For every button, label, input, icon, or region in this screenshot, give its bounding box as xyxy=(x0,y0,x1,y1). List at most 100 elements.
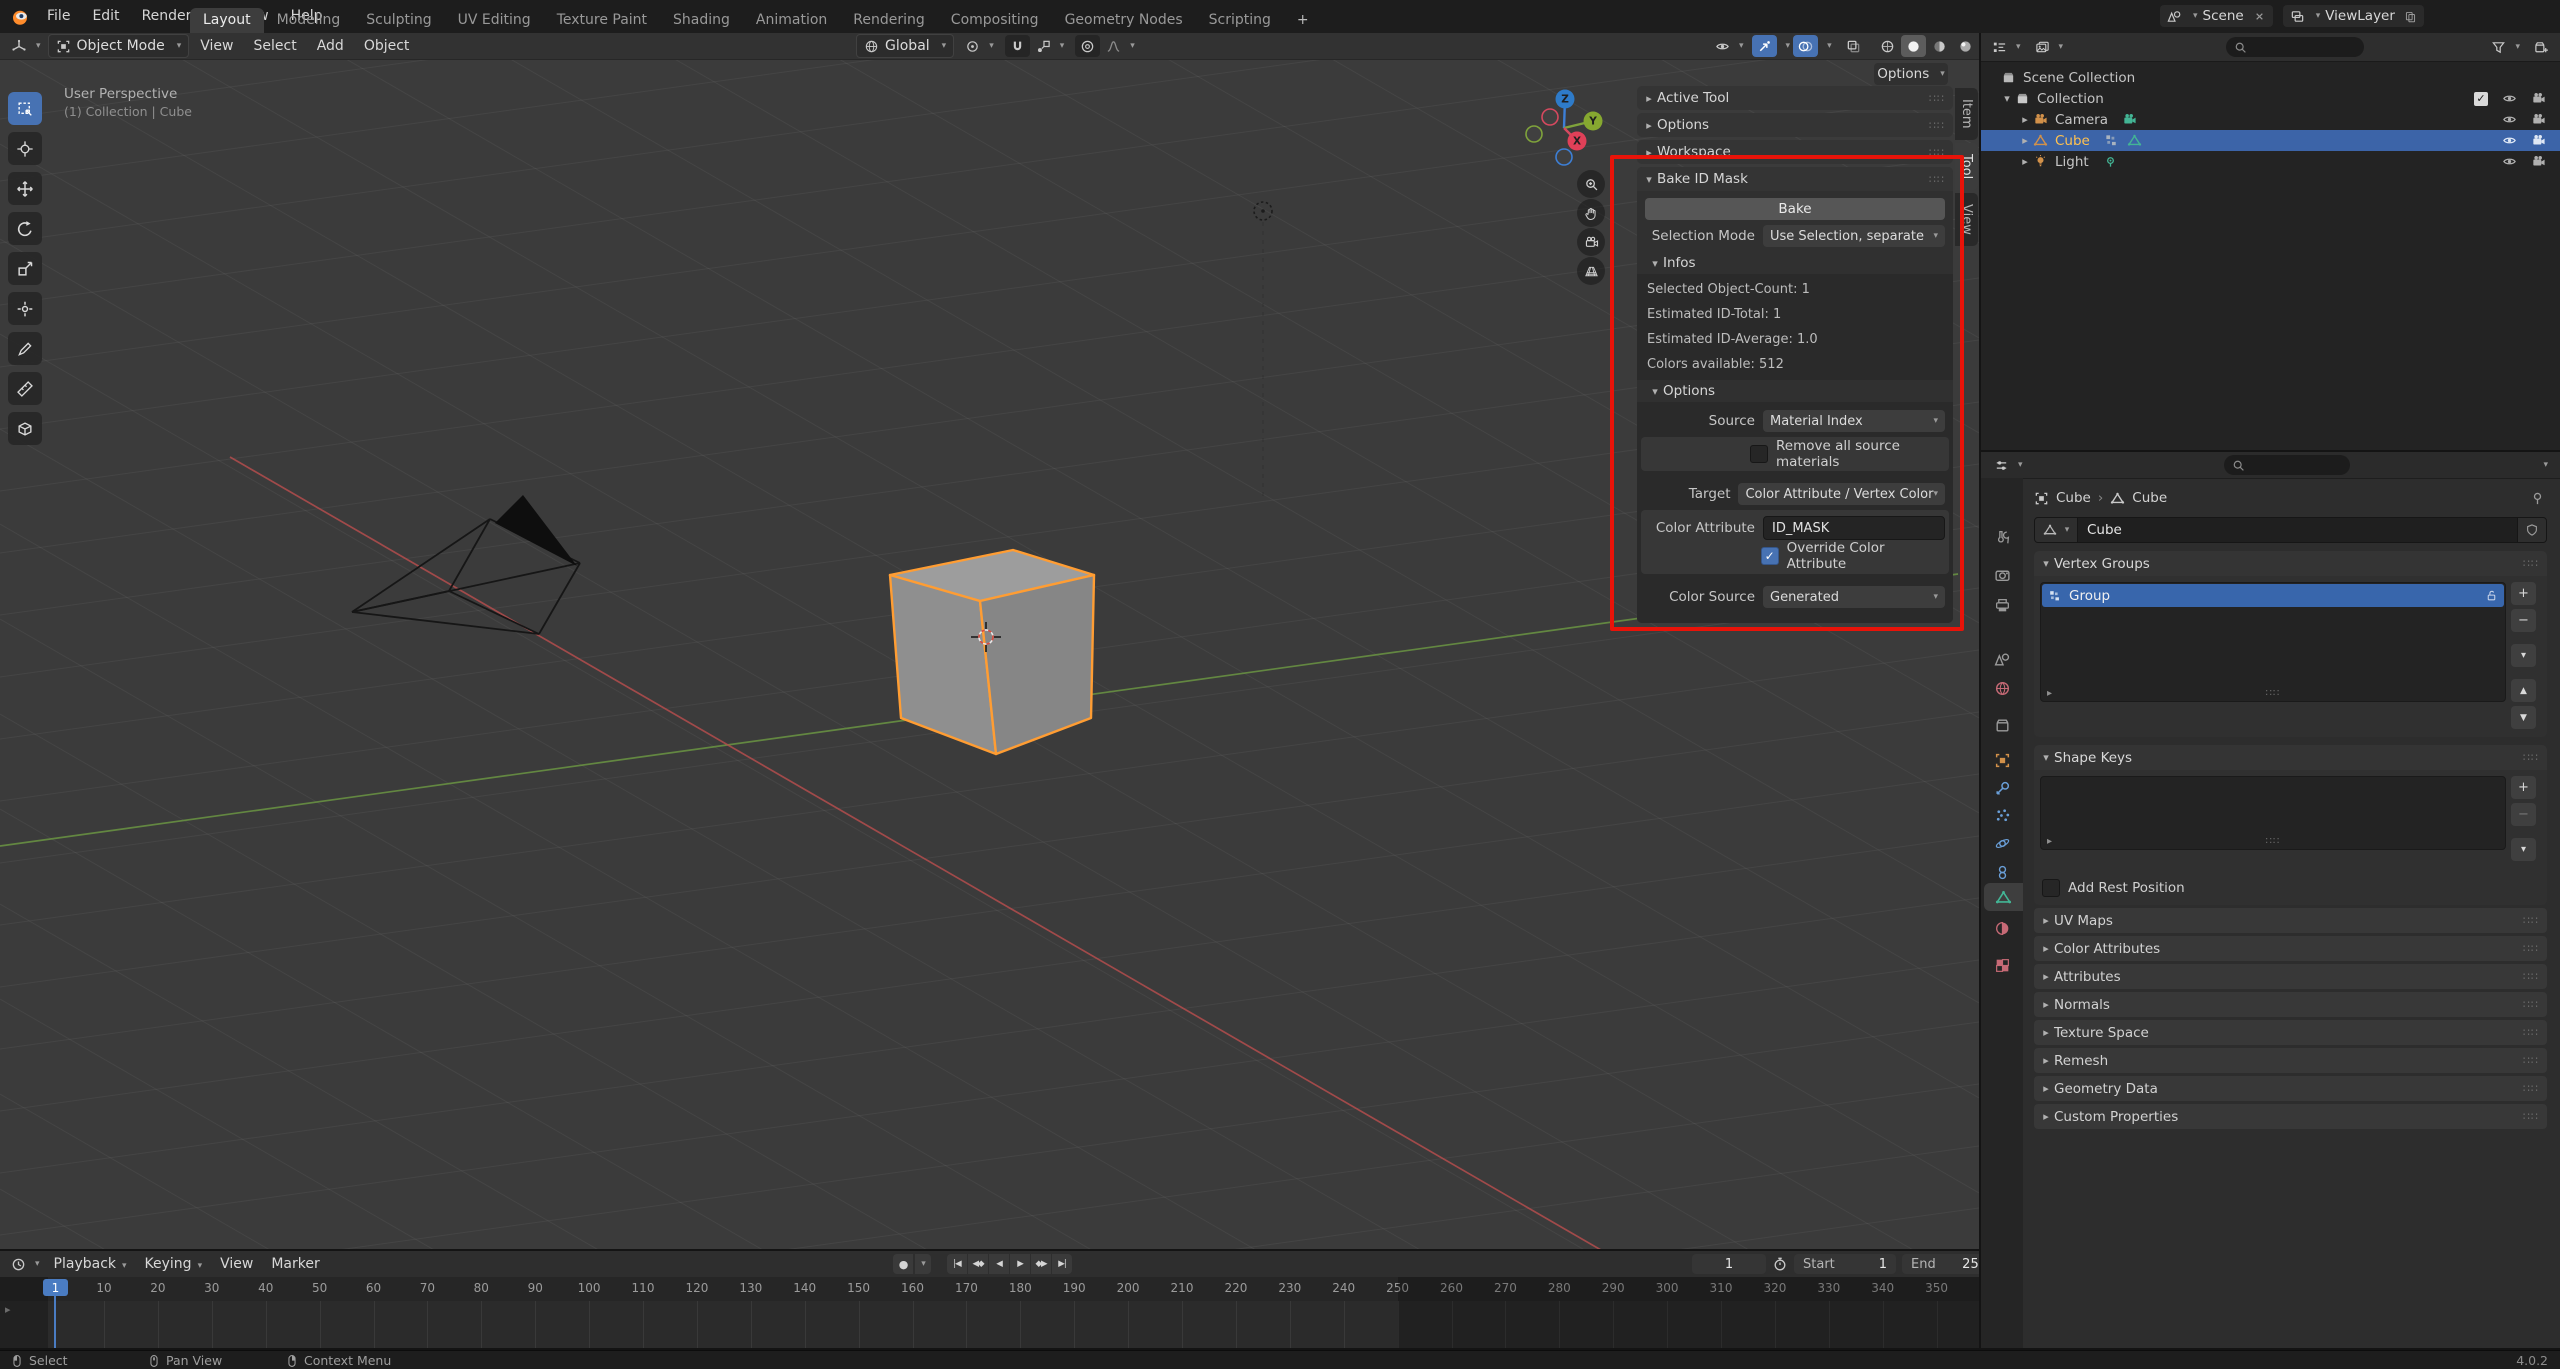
remove-shape-key-button[interactable]: − xyxy=(2511,803,2536,826)
gizmo-axis-neg-handle[interactable] xyxy=(1526,126,1542,142)
lock-open-icon[interactable] xyxy=(2485,589,2498,602)
data-camera-icon[interactable] xyxy=(2122,112,2137,127)
n-panel-tab-item[interactable]: Item xyxy=(1955,88,1978,140)
breadcrumb-data[interactable]: Cube xyxy=(2132,490,2167,506)
remove-source-materials-checkbox[interactable] xyxy=(1750,445,1768,463)
outliner-row-camera[interactable]: ▸Camera xyxy=(1981,109,2560,130)
camera-object[interactable] xyxy=(352,495,580,634)
nav-pan-button[interactable] xyxy=(1577,199,1605,227)
jump-to-end-button[interactable]: ▶| xyxy=(1052,1254,1072,1274)
timeline-menu-view[interactable]: View xyxy=(211,1256,262,1272)
move-vertex-group-up-button[interactable]: ▲ xyxy=(2511,679,2536,702)
outliner-display-mode-dropdown[interactable]: ▾ xyxy=(1987,36,2026,58)
viewport-options-button[interactable]: Options▾ xyxy=(1874,63,1948,85)
snap-settings-dropdown[interactable]: ▾ xyxy=(1031,35,1070,57)
panel-grip-handle[interactable]: ∷∷ xyxy=(1929,119,1945,132)
timeline-menu-keying[interactable]: Keying▾ xyxy=(136,1256,212,1272)
proportional-falloff-dropdown[interactable]: ▾ xyxy=(1101,35,1140,57)
hide-in-viewport-icon[interactable] xyxy=(2502,112,2517,127)
outliner-row-light[interactable]: ▸Light xyxy=(1981,151,2560,172)
xray-toggle[interactable] xyxy=(1841,35,1866,57)
shading-solid-button[interactable] xyxy=(1901,35,1926,57)
properties-options-dropdown[interactable]: ▾ xyxy=(2543,460,2548,470)
tool-move-button[interactable] xyxy=(8,172,42,205)
timeline-menu-playback[interactable]: Playback▾ xyxy=(45,1256,136,1272)
data-light-icon[interactable] xyxy=(2103,154,2118,169)
menu-file[interactable]: File xyxy=(36,0,81,33)
cube-object-right-face[interactable] xyxy=(980,575,1094,754)
properties-tab-data[interactable] xyxy=(1984,883,2023,911)
properties-tab-physics[interactable] xyxy=(1981,829,2023,857)
panel-grip-handle[interactable]: ∷∷ xyxy=(1929,146,1945,159)
disable-in-renders-icon[interactable] xyxy=(2531,112,2546,127)
outliner-filter-dropdown[interactable]: ▾ xyxy=(2486,36,2525,58)
workspace-tab-rendering[interactable]: Rendering xyxy=(840,8,938,33)
viewport-menu-view[interactable]: View xyxy=(191,38,242,54)
expand-arrow-icon[interactable]: ▸ xyxy=(2017,113,2033,126)
shading-wireframe-button[interactable] xyxy=(1875,35,1900,57)
unlink-scene-icon[interactable] xyxy=(2253,10,2266,23)
workspace-tab-scripting[interactable]: Scripting xyxy=(1196,8,1284,33)
viewlayer-selector[interactable]: ▾ ViewLayer xyxy=(2283,5,2424,27)
vertex-groups-panel-header[interactable]: ▾ Vertex Groups ∷∷ xyxy=(2034,551,2547,576)
workspace-tab-modeling[interactable]: Modeling xyxy=(264,8,354,33)
bake-button[interactable]: Bake xyxy=(1645,198,1945,220)
shading-material-button[interactable] xyxy=(1927,35,1952,57)
panel-grip-handle[interactable]: ∷∷ xyxy=(2523,914,2539,927)
properties-tab-view-layer[interactable] xyxy=(1981,619,2023,647)
jump-to-prev-keyframe-button[interactable]: ◀◆ xyxy=(968,1254,988,1274)
mode-dropdown[interactable]: Object Mode▾ xyxy=(48,34,190,58)
gizmo-axis-neg-handle[interactable] xyxy=(1556,149,1572,165)
hide-in-viewport-icon[interactable] xyxy=(2502,91,2517,106)
override-color-attribute-checkbox[interactable]: ✓ xyxy=(1761,547,1779,565)
proportional-editing-toggle[interactable] xyxy=(1075,35,1100,57)
overlays-toggle[interactable] xyxy=(1793,35,1818,57)
panel-geometry-data[interactable]: ▸Geometry Data∷∷ xyxy=(2034,1076,2547,1101)
tool-rotate-button[interactable] xyxy=(8,212,42,245)
transform-orientation-dropdown[interactable]: Global▾ xyxy=(856,34,954,58)
scene-selector[interactable]: ▾ Scene xyxy=(2160,5,2273,27)
shading-rendered-button[interactable] xyxy=(1953,35,1978,57)
nav-perspective-button[interactable] xyxy=(1577,257,1605,285)
add-shape-key-button[interactable]: + xyxy=(2511,776,2536,799)
panel-grip-handle[interactable]: ∷∷ xyxy=(1929,92,1945,105)
navigation-gizmo[interactable]: ZYX xyxy=(1512,78,1622,188)
n-panel-section-workspace[interactable]: ▸Workspace∷∷ xyxy=(1637,140,1953,164)
properties-search-input[interactable] xyxy=(2224,455,2350,475)
vertex-group-specials-dropdown[interactable]: ▾ xyxy=(2511,644,2536,667)
panel-grip-handle[interactable]: ∷∷ xyxy=(2523,970,2539,983)
panel-grip-handle[interactable]: ∷∷ xyxy=(2523,998,2539,1011)
show-hide-dropdown[interactable]: ▾ xyxy=(1710,35,1749,57)
panel-grip-handle[interactable]: ∷∷ xyxy=(2523,1026,2539,1039)
expand-arrow-icon[interactable]: ▸ xyxy=(2017,155,2033,168)
editor-type-button[interactable]: ▾ xyxy=(6,35,46,57)
nav-zoom-button[interactable] xyxy=(1577,170,1605,198)
auto-keying-button[interactable]: ● xyxy=(893,1254,913,1274)
move-vertex-group-down-button[interactable]: ▼ xyxy=(2511,706,2536,729)
workspace-tab-texture-paint[interactable]: Texture Paint xyxy=(544,8,660,33)
remove-vertex-group-button[interactable]: − xyxy=(2511,609,2536,632)
panel-uv-maps[interactable]: ▸UV Maps∷∷ xyxy=(2034,908,2547,933)
n-panel-section-options[interactable]: ▸Options∷∷ xyxy=(1637,113,1953,137)
new-collection-button[interactable] xyxy=(2529,36,2554,58)
snap-toggle[interactable] xyxy=(1005,35,1030,57)
properties-tab-output[interactable] xyxy=(1981,591,2023,619)
viewport-menu-select[interactable]: Select xyxy=(245,38,306,54)
panel-texture-space[interactable]: ▸Texture Space∷∷ xyxy=(2034,1020,2547,1045)
gizmos-toggle[interactable] xyxy=(1752,35,1777,57)
panel-color-attributes[interactable]: ▸Color Attributes∷∷ xyxy=(2034,936,2547,961)
selection-mode-dropdown[interactable]: Use Selection, separate▾ xyxy=(1763,225,1945,247)
panel-grip-handle[interactable]: ∷∷ xyxy=(2523,1110,2539,1123)
properties-tab-modifiers[interactable] xyxy=(1981,774,2023,802)
workspace-tab-layout[interactable]: Layout xyxy=(190,8,264,33)
properties-tab-constraints[interactable] xyxy=(1981,858,2023,886)
panel-grip-handle[interactable]: ∷∷ xyxy=(2523,1054,2539,1067)
properties-tab-texture[interactable] xyxy=(1981,951,2023,979)
blender-logo-icon[interactable] xyxy=(10,7,30,27)
n-panel-section-active-tool[interactable]: ▸Active Tool∷∷ xyxy=(1637,86,1953,110)
end-frame-field[interactable]: End250 xyxy=(1902,1254,1979,1274)
outliner-row-cube[interactable]: ▸Cube xyxy=(1981,130,2560,151)
tool-transform-button[interactable] xyxy=(8,292,42,325)
workspace-tab-shading[interactable]: Shading xyxy=(660,8,743,33)
panel-grip-handle[interactable]: ∷∷ xyxy=(2523,1082,2539,1095)
